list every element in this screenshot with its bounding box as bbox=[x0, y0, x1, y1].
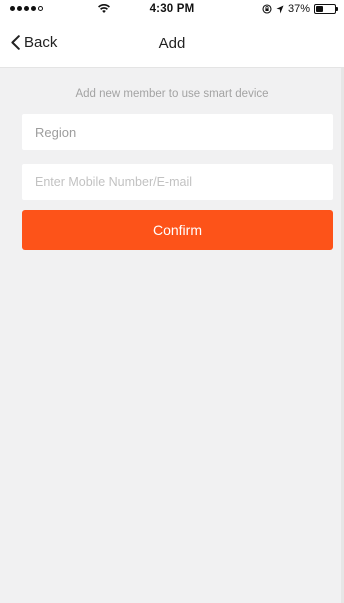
battery-fill bbox=[316, 6, 323, 12]
mobile-email-input[interactable] bbox=[35, 175, 333, 189]
region-label: Region bbox=[35, 124, 77, 140]
page-title: Add bbox=[158, 35, 186, 52]
battery-icon bbox=[314, 4, 338, 14]
battery-cap bbox=[336, 7, 338, 11]
rotation-lock-icon bbox=[262, 4, 272, 14]
status-bar: 4:30 PM 37% bbox=[0, 0, 344, 20]
confirm-button[interactable]: Confirm bbox=[22, 210, 333, 250]
main-content: Add new member to use smart device Regio… bbox=[0, 68, 344, 603]
navigation-bar: Back Add bbox=[0, 20, 344, 68]
form-hint: Add new member to use smart device bbox=[75, 88, 269, 100]
region-selector[interactable]: Region bbox=[22, 114, 333, 150]
location-arrow-icon bbox=[276, 5, 284, 13]
battery-percent: 37% bbox=[287, 3, 310, 15]
contact-field-container bbox=[22, 164, 333, 200]
status-right-group: 37% bbox=[262, 3, 338, 15]
